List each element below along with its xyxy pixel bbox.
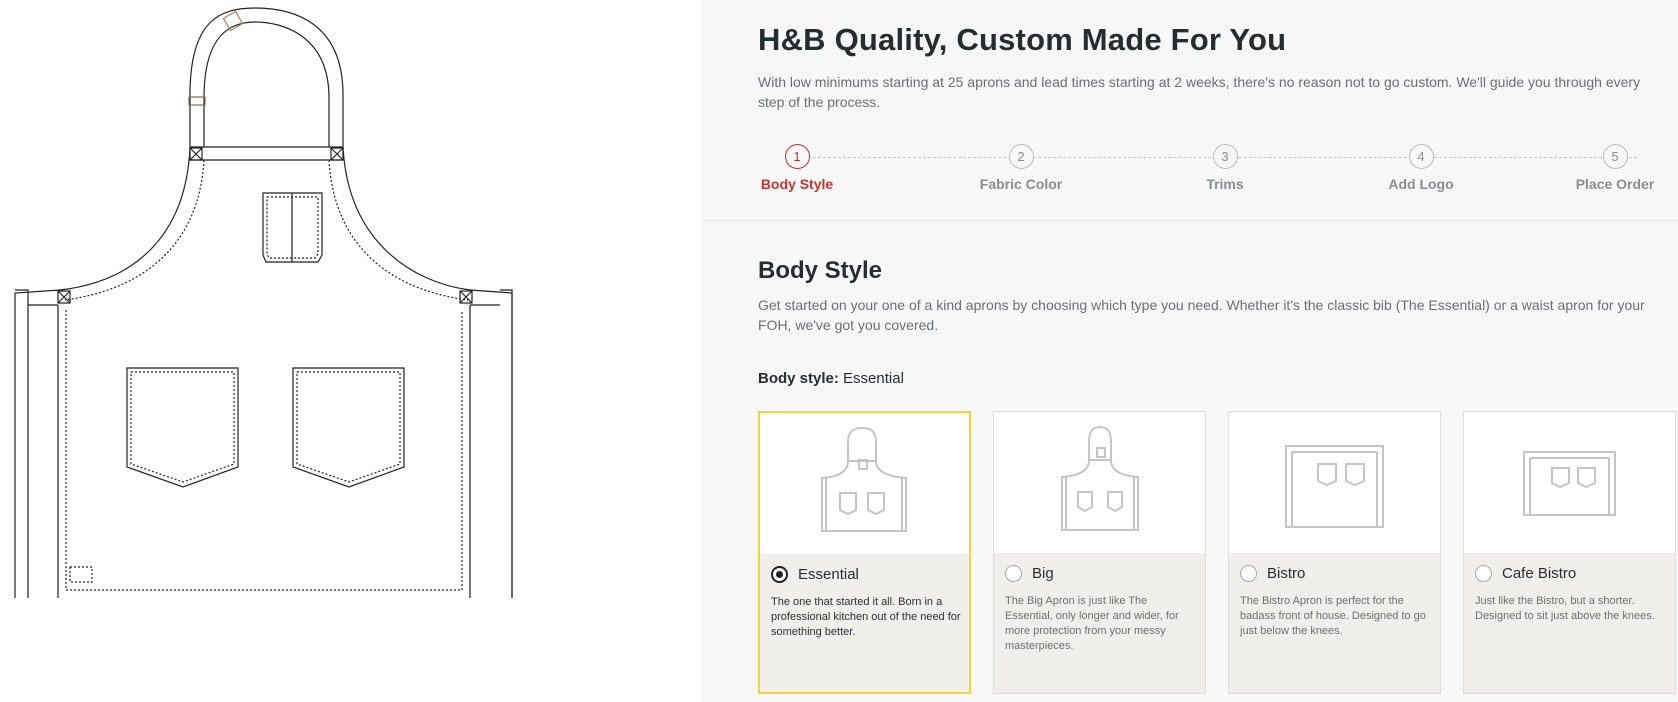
radio-option[interactable]: Bistro [1240, 565, 1305, 582]
radio-button[interactable] [1240, 565, 1257, 582]
selected-body-style-value: Essential [843, 370, 904, 387]
progress-stepper: 1 Body Style 2 Fabric Color 3 Trims 4 Ad… [758, 144, 1678, 204]
selected-body-style: Body style: Essential [758, 370, 904, 387]
page-subtitle: With low minimums starting at 25 aprons … [758, 74, 1641, 110]
step-number: 3 [1212, 144, 1238, 169]
section-description: Get started on your one of a kind aprons… [758, 297, 1645, 333]
step-number: 2 [1008, 144, 1034, 169]
page-title: H&B Quality, Custom Made For You [758, 22, 1287, 57]
selected-body-style-label: Body style: [758, 370, 839, 387]
option-description: Just like the Bistro, but a shorter. Des… [1475, 595, 1655, 622]
option-name: Essential [798, 566, 859, 583]
option-description: The Big Apron is just like The Essential… [1005, 595, 1179, 652]
option-card-bistro[interactable]: Bistro The Bistro Apron is perfect for t… [1228, 411, 1441, 694]
step-number: 4 [1408, 144, 1434, 169]
radio-button[interactable] [1475, 565, 1492, 582]
option-description: The Bistro Apron is perfect for the bada… [1240, 595, 1426, 637]
option-card-cafe-bistro[interactable]: Cafe Bistro Just like the Bistro, but a … [1463, 411, 1676, 694]
option-card-big[interactable]: Big The Big Apron is just like The Essen… [993, 411, 1206, 694]
step-number: 5 [1602, 144, 1628, 169]
step-trims[interactable]: 3 Trims [1165, 144, 1285, 192]
radio-button[interactable] [1005, 565, 1022, 582]
radio-option[interactable]: Big [1005, 565, 1054, 582]
step-place-order[interactable]: 5 Place Order [1555, 144, 1675, 192]
step-add-logo[interactable]: 4 Add Logo [1361, 144, 1481, 192]
step-label: Add Logo [1388, 176, 1454, 192]
option-name: Bistro [1267, 565, 1306, 582]
section-divider [703, 220, 1678, 221]
step-fabric-color[interactable]: 2 Fabric Color [961, 144, 1081, 192]
step-body-style[interactable]: 1 Body Style [737, 144, 857, 192]
radio-option[interactable]: Essential [771, 566, 859, 583]
radio-option[interactable]: Cafe Bistro [1475, 565, 1576, 582]
card-image [760, 413, 969, 554]
card-image [1229, 412, 1440, 553]
option-card-essential[interactable]: Essential The one that started it all. B… [758, 411, 971, 694]
apron-drawing [14, 7, 513, 598]
radio-button-checked[interactable] [771, 566, 788, 583]
cafe-bistro-apron-icon [1523, 451, 1616, 516]
apron-preview [0, 0, 702, 702]
configurator-panel: H&B Quality, Custom Made For You With lo… [702, 0, 1678, 702]
bib-apron-icon [821, 426, 907, 532]
option-name: Cafe Bistro [1502, 565, 1577, 582]
step-label: Body Style [760, 176, 834, 192]
step-label: Place Order [1575, 176, 1655, 192]
section-title: Body Style [758, 257, 883, 284]
step-number: 1 [784, 144, 810, 169]
step-label: Trims [1206, 176, 1244, 192]
step-label: Fabric Color [979, 176, 1063, 192]
option-description: The one that started it all. Born in a p… [771, 596, 961, 638]
card-image [1464, 412, 1675, 553]
option-name: Big [1032, 565, 1054, 582]
bistro-apron-icon [1285, 445, 1384, 528]
card-image [994, 412, 1205, 553]
big-apron-icon [1061, 425, 1139, 531]
